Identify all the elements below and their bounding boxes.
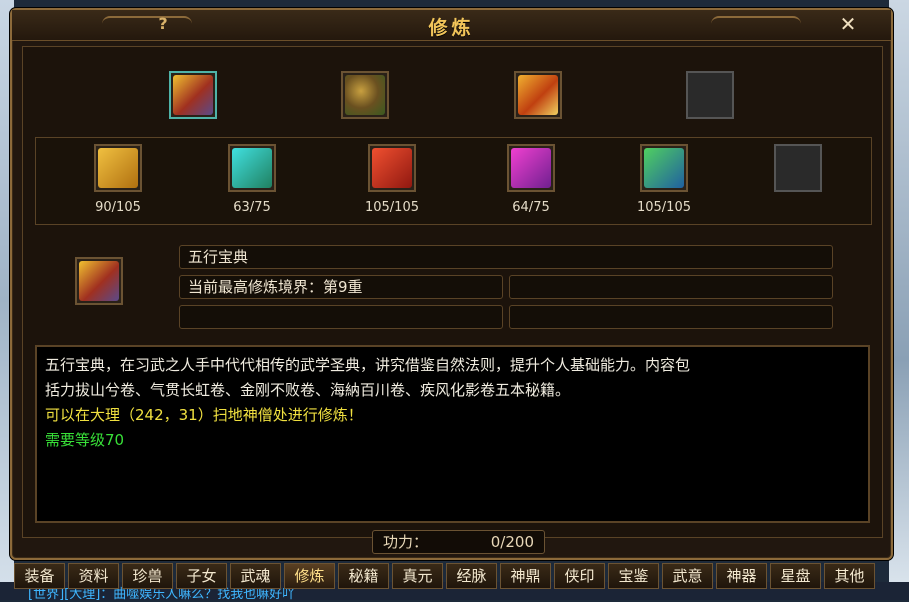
item-name-field: 五行宝典 bbox=[179, 245, 833, 269]
book-slot-empty[interactable] bbox=[774, 144, 822, 192]
tab-pets[interactable]: 珍兽 bbox=[122, 563, 173, 589]
book-count: 90/105 bbox=[95, 200, 141, 215]
close-button[interactable]: ✕ bbox=[837, 13, 859, 35]
category-slot-scrolls[interactable] bbox=[341, 71, 389, 119]
power-value: 0/200 bbox=[490, 533, 534, 551]
tab-other[interactable]: 其他 bbox=[824, 563, 875, 589]
description-line-1: 五行宝典，在习武之人手中代代相传的武学圣典，讲究借鉴自然法则，提升个人基础能力。… bbox=[45, 356, 691, 374]
book-slot-red[interactable] bbox=[368, 144, 416, 192]
tab-children[interactable]: 子女 bbox=[176, 563, 227, 589]
book-list: 90/105 63/75 105/105 64/75 105/105 bbox=[35, 137, 872, 225]
tab-cultivation[interactable]: 修炼 bbox=[284, 563, 335, 589]
book-count: 64/75 bbox=[512, 200, 550, 215]
location-hint: 可以在大理（242，31）扫地神僧处进行修炼！ bbox=[45, 406, 363, 424]
description-line-2: 括力拔山兮卷、气贯长虹卷、金刚不败卷、海納百川卷、疾风化影卷五本秘籍。 bbox=[45, 381, 571, 399]
selected-item-slot bbox=[75, 257, 123, 305]
purple-book-icon bbox=[511, 148, 551, 188]
window-title: 修炼 bbox=[428, 17, 475, 39]
cultivation-window: ? 修炼 ✕ 90/105 63/75 105/105 64/75 105/10… bbox=[10, 8, 893, 560]
yellow-book-icon bbox=[98, 148, 138, 188]
realm-field: 当前最高修炼境界：第9重 bbox=[179, 275, 503, 299]
tab-treasure-mirror[interactable]: 宝鉴 bbox=[608, 563, 659, 589]
red-book-icon bbox=[372, 148, 412, 188]
tab-equipment[interactable]: 装备 bbox=[14, 563, 65, 589]
info-field-3 bbox=[509, 305, 833, 329]
five-elements-book-icon bbox=[173, 75, 213, 115]
tab-true-essence[interactable]: 真元 bbox=[392, 563, 443, 589]
power-display: 功力： 0/200 bbox=[372, 530, 545, 554]
scroll-bundle-icon bbox=[345, 75, 385, 115]
green-book-icon bbox=[644, 148, 684, 188]
power-label: 功力： bbox=[383, 533, 429, 551]
book-slot-yellow[interactable] bbox=[94, 144, 142, 192]
tab-martial-will[interactable]: 武意 bbox=[662, 563, 713, 589]
tab-hero-seal[interactable]: 侠印 bbox=[554, 563, 605, 589]
book-count: 63/75 bbox=[233, 200, 271, 215]
category-slot-book[interactable] bbox=[169, 71, 217, 119]
tab-martial-soul[interactable]: 武魂 bbox=[230, 563, 281, 589]
cyan-book-icon bbox=[232, 148, 272, 188]
content-area: 90/105 63/75 105/105 64/75 105/105 五行宝典 bbox=[22, 46, 883, 538]
treasure-chest-icon bbox=[518, 75, 558, 115]
info-field-1 bbox=[509, 275, 833, 299]
book-slot-cyan[interactable] bbox=[228, 144, 276, 192]
tab-star-chart[interactable]: 星盘 bbox=[770, 563, 821, 589]
tab-secret-books[interactable]: 秘籍 bbox=[338, 563, 389, 589]
book-slot-green[interactable] bbox=[640, 144, 688, 192]
book-slot-purple[interactable] bbox=[507, 144, 555, 192]
five-elements-book-icon bbox=[79, 261, 119, 301]
level-requirement: 需要等级70 bbox=[45, 431, 125, 449]
title-bar[interactable]: ? 修炼 ✕ bbox=[12, 10, 891, 41]
description-box: 五行宝典，在习武之人手中代代相传的武学圣典，讲究借鉴自然法则，提升个人基础能力。… bbox=[35, 345, 870, 523]
book-count: 105/105 bbox=[636, 200, 691, 215]
tab-divine-cauldron[interactable]: 神鼎 bbox=[500, 563, 551, 589]
book-count: 105/105 bbox=[364, 200, 419, 215]
category-slot-empty[interactable] bbox=[686, 71, 734, 119]
category-slot-chest[interactable] bbox=[514, 71, 562, 119]
tab-meridians[interactable]: 经脉 bbox=[446, 563, 497, 589]
info-field-2 bbox=[179, 305, 503, 329]
tab-info[interactable]: 资料 bbox=[68, 563, 119, 589]
tab-artifact[interactable]: 神器 bbox=[716, 563, 767, 589]
